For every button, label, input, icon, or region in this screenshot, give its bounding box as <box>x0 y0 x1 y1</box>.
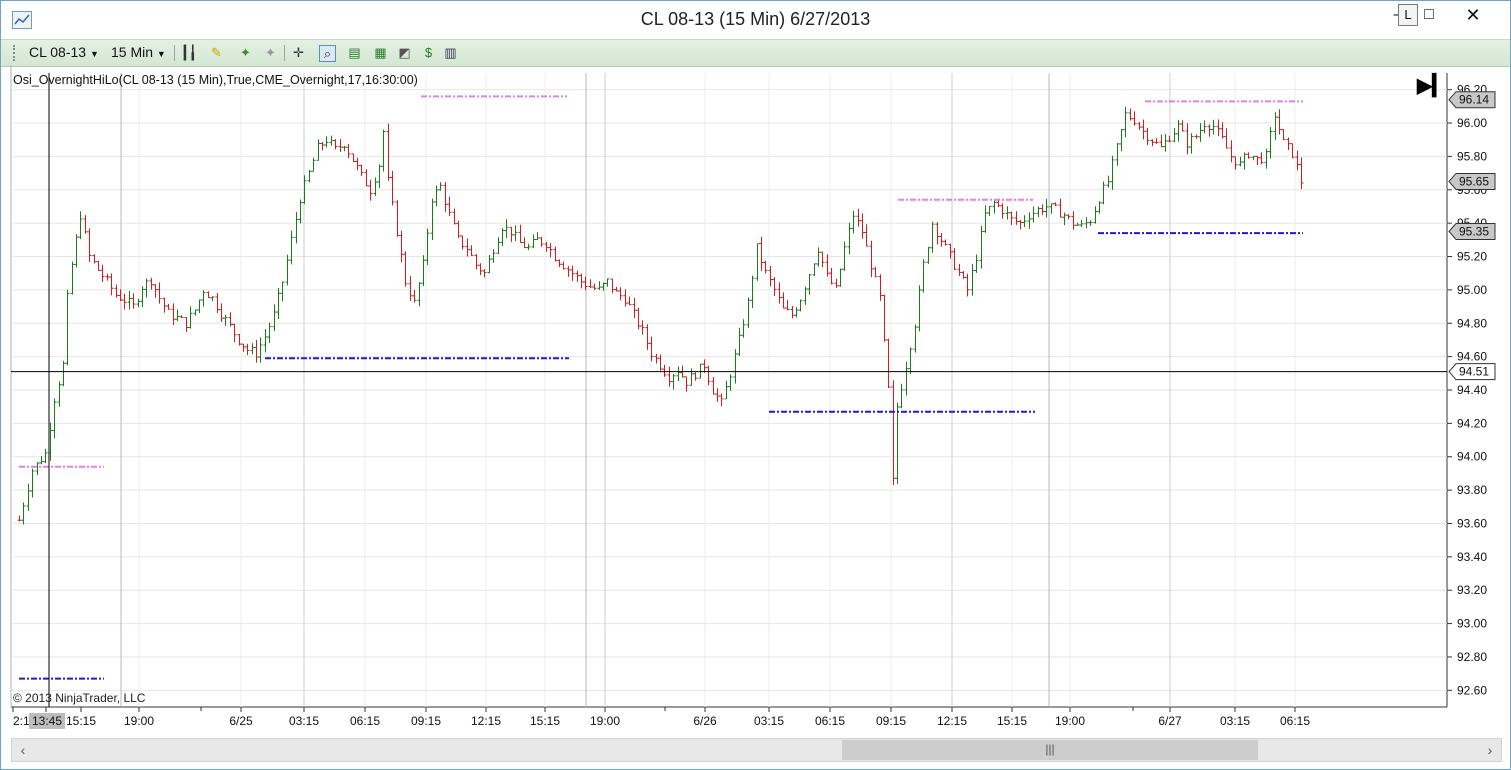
scroll-to-end-icon[interactable]: ▶▎ <box>1417 75 1448 97</box>
time-tick-label: 19:00 <box>590 714 620 728</box>
price-marker-label: 95.35 <box>1459 225 1489 239</box>
time-tick-label: 06:15 <box>350 714 380 728</box>
indicator-label: Osi_OvernightHiLo(CL 08-13 (15 Min),True… <box>13 73 418 87</box>
time-tick-label: 2:1 <box>13 714 30 728</box>
time-tick-label: 6/27 <box>1158 714 1182 728</box>
price-tick-label: 93.20 <box>1457 583 1487 597</box>
price-chart[interactable]: 96.2096.0095.8095.6095.4095.2095.0094.80… <box>1 1 1510 769</box>
time-tick-label: 03:15 <box>1220 714 1250 728</box>
price-tick-label: 94.60 <box>1457 350 1487 364</box>
time-tick-label: 03:15 <box>754 714 784 728</box>
price-marker-label: 95.65 <box>1459 174 1489 188</box>
crosshair-time-label: 13:45 <box>32 714 62 728</box>
price-marker-label: 94.51 <box>1459 365 1489 379</box>
scroll-left-icon[interactable]: ‹ <box>14 739 32 761</box>
scroll-right-icon[interactable]: › <box>1481 739 1499 761</box>
time-tick-label: 12:15 <box>471 714 501 728</box>
price-tick-label: 94.20 <box>1457 416 1487 430</box>
price-tick-label: 95.20 <box>1457 250 1487 264</box>
horizontal-scrollbar[interactable]: ‹ ||| › <box>11 738 1502 762</box>
time-tick-label: 6/26 <box>693 714 717 728</box>
price-tick-label: 94.80 <box>1457 316 1487 330</box>
price-tick-label: 93.40 <box>1457 550 1487 564</box>
time-tick-label: 06:15 <box>815 714 845 728</box>
time-tick-label: 09:15 <box>411 714 441 728</box>
price-tick-label: 96.00 <box>1457 116 1487 130</box>
time-tick-label: 15:15 <box>66 714 96 728</box>
price-tick-label: 93.00 <box>1457 617 1487 631</box>
time-tick-label: 12:15 <box>937 714 967 728</box>
time-tick-label: 19:00 <box>124 714 154 728</box>
scrollbar-thumb[interactable]: ||| <box>842 740 1258 760</box>
price-tick-label: 93.80 <box>1457 483 1487 497</box>
price-tick-label: 94.40 <box>1457 383 1487 397</box>
time-tick-label: 06:15 <box>1280 714 1310 728</box>
scrollbar-grip-icon: ||| <box>1045 742 1055 756</box>
price-tick-label: 93.60 <box>1457 516 1487 530</box>
price-tick-label: 92.80 <box>1457 650 1487 664</box>
time-tick-label: 09:15 <box>876 714 906 728</box>
copyright-text: © 2013 NinjaTrader, LLC <box>13 691 146 705</box>
price-tick-label: 95.00 <box>1457 283 1487 297</box>
time-tick-label: 03:15 <box>289 714 319 728</box>
time-tick-label: 15:15 <box>997 714 1027 728</box>
price-tick-label: 95.80 <box>1457 149 1487 163</box>
price-tick-label: 92.60 <box>1457 683 1487 697</box>
time-tick-label: 15:15 <box>530 714 560 728</box>
price-marker-label: 96.14 <box>1459 93 1489 107</box>
chart-window: CL 08-13 (15 Min) 6/27/2013 – L □ ✕ CL 0… <box>0 0 1511 770</box>
time-tick-label: 19:00 <box>1055 714 1085 728</box>
price-tick-label: 94.00 <box>1457 450 1487 464</box>
time-tick-label: 6/25 <box>229 714 253 728</box>
